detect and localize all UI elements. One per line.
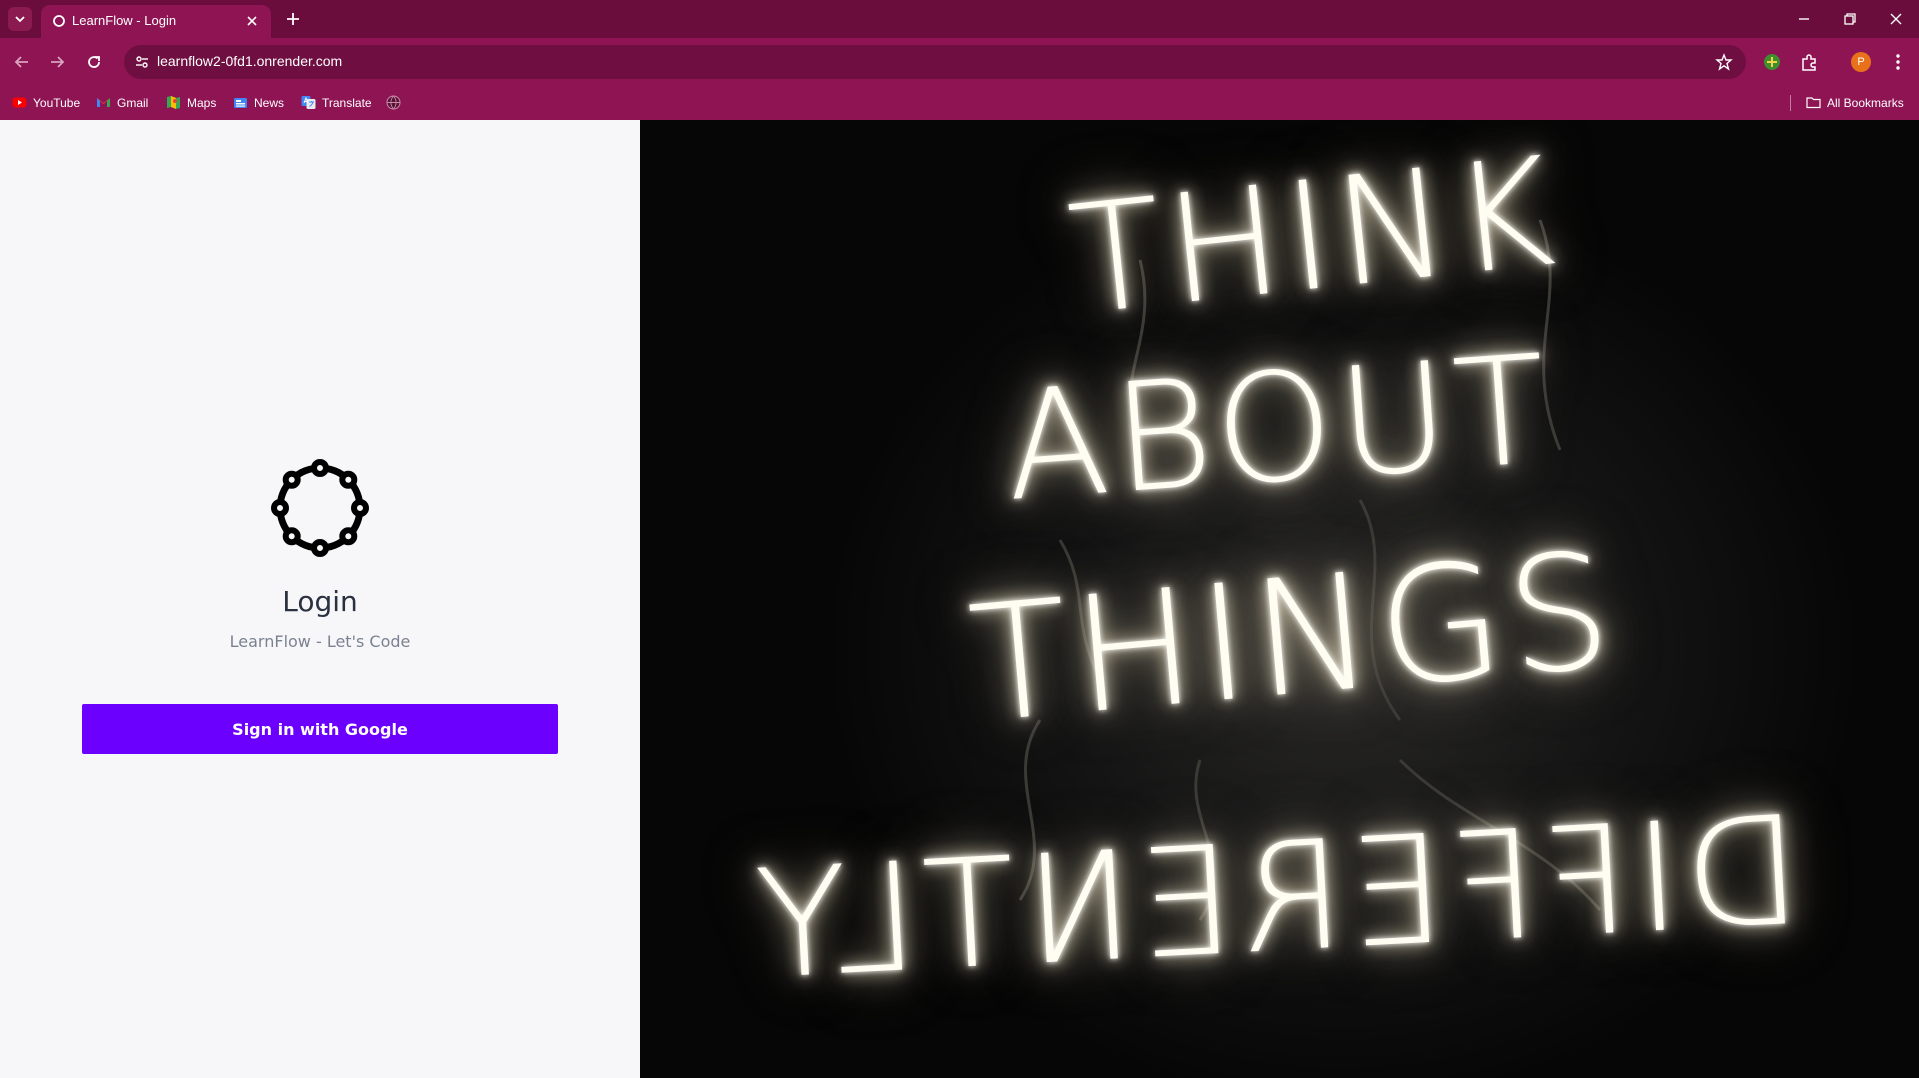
- translate-icon: [301, 96, 316, 109]
- bookmark-youtube[interactable]: YouTube: [12, 95, 80, 110]
- close-window-icon[interactable]: [1885, 8, 1907, 30]
- news-icon: [234, 98, 247, 108]
- new-tab-icon[interactable]: [283, 9, 303, 29]
- site-settings-icon[interactable]: [134, 54, 150, 70]
- tab-search-button[interactable]: [8, 7, 32, 31]
- reload-icon: [88, 56, 100, 68]
- youtube-icon: [12, 97, 27, 108]
- arrow-right-icon: [51, 56, 65, 68]
- restore-icon[interactable]: [1839, 8, 1861, 30]
- all-bookmarks-label: All Bookmarks: [1827, 95, 1904, 110]
- all-bookmarks-button[interactable]: All Bookmarks: [1806, 95, 1904, 110]
- reload-button[interactable]: [81, 49, 107, 75]
- learnflow-favicon-icon: [53, 15, 65, 27]
- bookmark-label: Gmail: [117, 95, 149, 110]
- minimize-icon[interactable]: [1793, 8, 1815, 30]
- tab-active[interactable]: LearnFlow - Login: [41, 5, 271, 38]
- page-title: Login: [282, 585, 358, 618]
- bookmark-maps[interactable]: Maps: [166, 95, 216, 110]
- page-content: Login LearnFlow - Let's Code Sign in wit…: [0, 120, 1919, 1078]
- globe-icon: [386, 95, 401, 110]
- address-bar[interactable]: learnflow2-0fd1.onrender.com: [124, 45, 1746, 79]
- url-text[interactable]: learnflow2-0fd1.onrender.com: [157, 53, 342, 69]
- bookmark-translate[interactable]: Translate: [301, 95, 372, 110]
- gmail-icon: [97, 98, 110, 107]
- forward-button[interactable]: [44, 49, 70, 75]
- extension-plus-icon[interactable]: [1762, 52, 1782, 72]
- bookmark-news[interactable]: News: [233, 95, 284, 110]
- arrow-left-icon: [14, 56, 28, 68]
- bookmark-globe[interactable]: [386, 95, 401, 110]
- google-sign-in-button[interactable]: Sign in with Google: [82, 704, 558, 754]
- tab-strip: LearnFlow - Login: [0, 0, 1919, 38]
- close-tab-icon[interactable]: [244, 13, 260, 29]
- chevron-down-icon: [15, 16, 25, 23]
- bookmarks-divider: [1790, 95, 1791, 111]
- login-panel: Login LearnFlow - Let's Code Sign in wit…: [0, 120, 640, 1078]
- browser-toolbar: learnflow2-0fd1.onrender.com P: [0, 38, 1919, 86]
- hero-image: THINK ABOUT THINGS DIFFERENTLY: [640, 120, 1919, 1078]
- kebab-menu-icon[interactable]: [1888, 52, 1908, 72]
- maps-icon: [167, 96, 180, 109]
- bookmarks-bar: YouTube Gmail Maps News Translate All Bo…: [0, 86, 1919, 120]
- extensions-puzzle-icon[interactable]: [1799, 52, 1819, 72]
- tab-title: LearnFlow - Login: [72, 13, 177, 28]
- page-subtitle: LearnFlow - Let's Code: [229, 632, 411, 651]
- profile-avatar[interactable]: P: [1851, 52, 1871, 72]
- learnflow-logo-icon: [271, 459, 369, 557]
- bookmark-gmail[interactable]: Gmail: [96, 95, 148, 110]
- bookmark-label: Maps: [187, 95, 217, 110]
- bookmark-label: News: [254, 95, 285, 110]
- bookmark-star-icon[interactable]: [1715, 53, 1733, 71]
- bookmark-label: YouTube: [33, 95, 81, 110]
- back-button[interactable]: [9, 49, 35, 75]
- bookmark-label: Translate: [322, 95, 372, 110]
- folder-icon: [1806, 97, 1821, 109]
